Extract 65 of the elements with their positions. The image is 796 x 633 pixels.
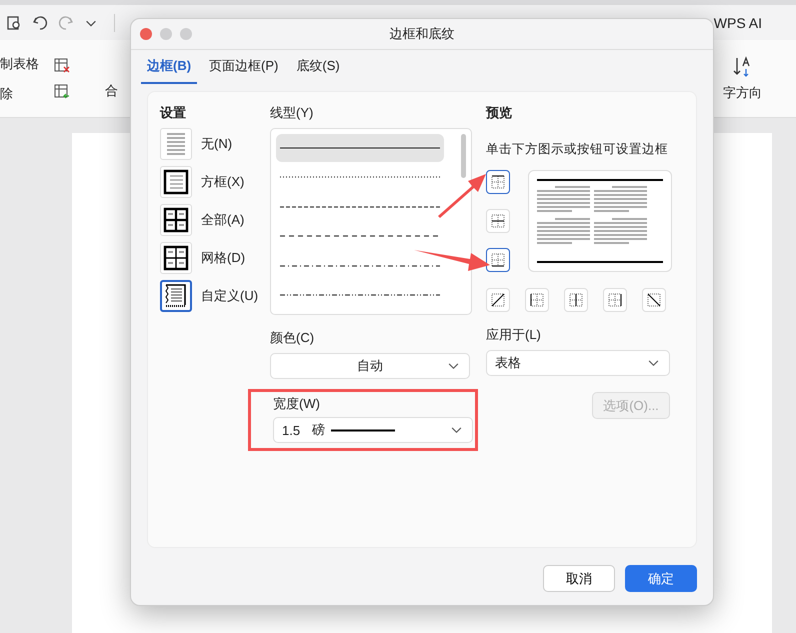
- color-dropdown[interactable]: 自动: [270, 353, 470, 379]
- border-diag-up-button[interactable]: [486, 288, 510, 312]
- chevron-down-icon: [451, 427, 462, 434]
- setting-label: 全部(A): [201, 211, 244, 229]
- border-left-button[interactable]: [525, 288, 549, 312]
- border-grid-icon: [646, 292, 662, 308]
- setting-label: 网格(D): [201, 249, 246, 267]
- annotation-arrow: [436, 172, 486, 218]
- border-grid-icon: [568, 292, 584, 308]
- border-right-button[interactable]: [603, 288, 627, 312]
- grid-setting-icon: [163, 245, 189, 271]
- all-setting-icon: [163, 207, 189, 233]
- confirm-button[interactable]: 确定: [625, 565, 697, 592]
- border-middle-button[interactable]: [486, 209, 510, 233]
- box-setting-icon: [163, 169, 189, 195]
- border-preview[interactable]: [528, 170, 672, 272]
- setting-label: 无(N): [201, 135, 232, 153]
- line-pattern-icon: [280, 146, 440, 150]
- setting-label: 方框(X): [201, 173, 244, 191]
- line-sample-icon: [331, 428, 396, 432]
- border-grid-icon: [490, 174, 506, 190]
- border-grid-icon: [490, 213, 506, 229]
- custom-setting-icon: [163, 283, 189, 309]
- chevron-down-icon: [648, 360, 659, 367]
- field-label: 应用于(L): [486, 326, 542, 344]
- line-pattern-icon: [280, 204, 440, 209]
- border-top-button[interactable]: [486, 170, 510, 194]
- preview-icon[interactable]: [6, 14, 22, 30]
- border-grid-icon: [490, 252, 506, 268]
- section-heading: 预览: [486, 104, 513, 122]
- tab[interactable]: 底纹(S): [290, 55, 346, 84]
- setting-button[interactable]: [160, 280, 192, 312]
- tab[interactable]: 边框(B): [141, 55, 198, 84]
- border-center-button[interactable]: [564, 288, 588, 312]
- setting-label: 自定义(U): [201, 287, 258, 305]
- field-label: 宽度(W): [273, 395, 321, 413]
- undo-icon[interactable]: [32, 14, 48, 30]
- line-pattern-icon: [280, 175, 440, 180]
- scrollbar-thumb[interactable]: [461, 134, 466, 178]
- width-dropdown[interactable]: 1.5 磅: [273, 417, 473, 443]
- ribbon-label[interactable]: 除: [0, 84, 39, 102]
- line-style-item[interactable]: [276, 134, 444, 162]
- text-direction-icon[interactable]: [732, 56, 752, 78]
- border-bottom-button[interactable]: [486, 248, 510, 272]
- line-pattern-icon: [280, 234, 440, 238]
- field-label: 颜色(C): [270, 329, 316, 347]
- border-grid-icon: [529, 292, 545, 308]
- dialog-title: 边框和底纹: [390, 25, 454, 43]
- border-grid-icon: [607, 292, 623, 308]
- ribbon-label[interactable]: 字方向: [723, 84, 762, 102]
- field-label: 线型(Y): [270, 104, 314, 122]
- ribbon-label[interactable]: 合: [105, 82, 118, 100]
- close-icon[interactable]: [140, 28, 152, 40]
- line-pattern-icon: [280, 293, 440, 298]
- hint-text: 单击下方图示或按钮可设置边框: [486, 141, 669, 158]
- ai-label[interactable]: WPS AI: [714, 14, 762, 30]
- border-diag-down-button[interactable]: [642, 288, 666, 312]
- cancel-button[interactable]: 取消: [543, 565, 615, 592]
- ribbon-label[interactable]: 制表格: [0, 54, 39, 72]
- tab[interactable]: 页面边框(P): [203, 55, 284, 84]
- border-grid-icon: [490, 292, 506, 308]
- chevron-down-icon: [448, 363, 459, 370]
- line-pattern-icon: [280, 264, 440, 268]
- section-heading: 设置: [160, 104, 187, 122]
- apply-to-dropdown[interactable]: 表格: [486, 350, 670, 376]
